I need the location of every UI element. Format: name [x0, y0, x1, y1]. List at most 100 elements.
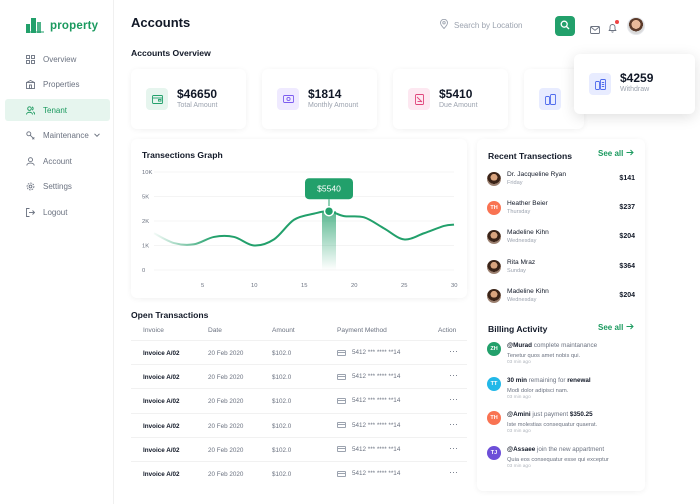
sidebar-item-label: Logout	[43, 208, 68, 218]
transaction-amount: $204	[619, 291, 635, 299]
stat-amount: $4259	[620, 71, 654, 85]
card-number: 5412 *** **** **14	[352, 373, 401, 381]
sidebar: property Overview Properties Tenant Main…	[0, 0, 114, 504]
table-row[interactable]: Invoice A/02 20 Feb 2020 $102.0 5412 *** **…	[131, 436, 467, 463]
transaction-day: Thursday	[507, 209, 531, 216]
sidebar-item-account[interactable]: Account	[5, 150, 110, 172]
building-icon	[26, 80, 35, 90]
sidebar-item-settings[interactable]: Settings	[5, 176, 110, 198]
due-amount-card[interactable]: $5410 Due Amount	[393, 69, 508, 129]
amount-cell: $102.0	[272, 350, 292, 357]
chevron-down-icon[interactable]	[93, 131, 101, 141]
sidebar-item-logout[interactable]: Logout	[5, 202, 110, 224]
activity-title: @Assaee join the new appartment	[507, 446, 604, 453]
card-number: 5412 *** **** **14	[352, 349, 401, 356]
receipt-icon	[408, 88, 430, 110]
sidebar-item-label: Settings	[43, 182, 72, 192]
search-bar[interactable]: Search by Location	[440, 18, 523, 31]
more-options-icon[interactable]: ···	[449, 419, 458, 429]
billing-activity-item[interactable]: TT 30 min remaining for renewal Modi dolor…	[487, 375, 637, 405]
table-row[interactable]: Invoice A/02 20 Feb 2020 $102.0 5412 *** **…	[131, 364, 467, 390]
transactions-line-chart[interactable]: 0 1K 2K 5K 10K 5 10 15 20 25 30 $5540	[131, 139, 467, 298]
billing-activity-item[interactable]: TJ @Assaee join the new appartment Quia eo…	[487, 444, 637, 474]
activity-highlight: renewal	[567, 376, 591, 384]
date-cell: 20 Feb 2020	[208, 422, 244, 430]
amount-cell: $102.0	[272, 422, 292, 430]
col-action: Action	[438, 327, 457, 334]
search-input[interactable]: Search by Location	[454, 21, 523, 30]
payment-method-cell: 5412 *** **** **14	[337, 422, 400, 429]
recent-transaction-item[interactable]: Dr. Jacqueline Ryan Friday $141	[487, 169, 635, 191]
withdraw-card[interactable]: $4259 Withdraw	[574, 54, 695, 114]
transaction-day: Sunday	[507, 267, 526, 274]
card-number: 5412 *** **** **14	[352, 421, 401, 429]
coins-icon	[539, 88, 561, 110]
activity-time: 03 min ago	[507, 394, 531, 400]
activity-title: 30 min remaining for renewal	[507, 377, 591, 384]
wrench-icon	[26, 131, 35, 140]
avatar	[487, 288, 501, 303]
invoice-cell: Invoice A/02	[143, 446, 180, 454]
col-date: Date	[208, 327, 222, 334]
transaction-day: Friday	[507, 180, 523, 186]
activity-subject: 30 min	[507, 376, 527, 384]
table-row[interactable]: Invoice A/02 20 Feb 2020 $102.0 5412 *** **…	[131, 340, 467, 366]
more-options-icon[interactable]: ···	[449, 443, 458, 453]
highlight-bar	[322, 211, 336, 270]
page-title: Accounts	[131, 15, 191, 30]
sidebar-item-tenant[interactable]: Tenant	[5, 99, 110, 122]
activity-subject: @Amini	[507, 411, 531, 418]
x-tick-label: 5	[201, 283, 204, 289]
gear-icon	[26, 182, 35, 191]
activity-description: Modi dolor adipisci nam.	[507, 387, 569, 394]
location-pin-icon	[440, 18, 448, 31]
search-button[interactable]	[555, 16, 575, 36]
more-options-icon[interactable]: ···	[449, 346, 458, 356]
more-options-icon[interactable]: ···	[449, 370, 458, 380]
billing-see-all-link[interactable]: See all	[598, 323, 635, 332]
payment-method-cell: 5412 *** **** **14	[337, 446, 400, 453]
transaction-amount: $141	[619, 175, 635, 182]
table-header: Invoice Date Amount Payment Method Actio…	[131, 327, 467, 337]
transaction-amount: $204	[619, 233, 635, 241]
sidebar-item-properties[interactable]: Properties	[5, 74, 110, 96]
cash-icon	[277, 88, 299, 110]
more-options-icon[interactable]: ···	[449, 467, 458, 477]
sidebar-item-overview[interactable]: Overview	[5, 48, 110, 70]
brand-logo[interactable]: property	[26, 18, 98, 33]
activity-text: complete maintanance	[532, 342, 598, 349]
recent-transaction-item[interactable]: Madeline Kihn Wednesday $204	[487, 227, 635, 249]
transaction-name: Madeline Kihn	[507, 229, 549, 237]
recent-transaction-item[interactable]: Madeline Kihn Wednesday $204	[487, 286, 635, 308]
avatar: TT	[487, 376, 501, 391]
billing-activity-item[interactable]: ZH @Murad complete maintanance Tenetur quo…	[487, 340, 637, 370]
billing-activity-item[interactable]: TH @Amini just payment $350.25 Iste molest…	[487, 409, 637, 439]
more-options-icon[interactable]: ···	[449, 394, 458, 404]
recent-see-all-link[interactable]: See all	[598, 149, 635, 158]
date-cell: 20 Feb 2020	[208, 446, 244, 454]
activity-time: 03 min ago	[507, 360, 531, 365]
invoice-cell: Invoice A/02	[143, 422, 180, 430]
right-panel: Recent Transections See all Dr. Jacqueli…	[477, 139, 645, 491]
recent-transaction-item[interactable]: TH Heather Beier Thursday $237	[487, 198, 635, 220]
activity-highlight: $350.25	[569, 411, 593, 418]
mail-icon[interactable]	[590, 21, 600, 39]
activity-description: Iste molestias consequatur quaerat.	[507, 422, 598, 428]
table-row[interactable]: Invoice A/02 20 Feb 2020 $102.0 5412 *** **…	[131, 388, 467, 414]
x-tick-label: 10	[251, 283, 257, 289]
notification-dot	[615, 20, 619, 24]
highlight-point	[323, 205, 335, 217]
sidebar-item-maintenance[interactable]: Maintenance	[5, 125, 110, 147]
table-row[interactable]: Invoice A/02 20 Feb 2020 $102.0 5412 *** **…	[131, 461, 467, 487]
monthly-amount-card[interactable]: $1814 Monthly Amount	[262, 69, 377, 129]
sidebar-nav: Overview Properties Tenant Maintenance A…	[5, 48, 110, 227]
user-avatar[interactable]	[627, 17, 645, 35]
total-amount-card[interactable]: $46650 Total Amount	[131, 69, 246, 129]
search-icon	[560, 17, 570, 35]
stat-label: Total Amount	[177, 102, 218, 109]
y-tick-label: 0	[142, 268, 145, 274]
recent-transaction-item[interactable]: Rita Mraz Sunday $364	[487, 257, 635, 279]
stat-amount: $5410	[439, 87, 473, 101]
table-row[interactable]: Invoice A/02 20 Feb 2020 $102.0 5412 *** **…	[131, 412, 467, 439]
credit-card-icon	[337, 349, 346, 356]
